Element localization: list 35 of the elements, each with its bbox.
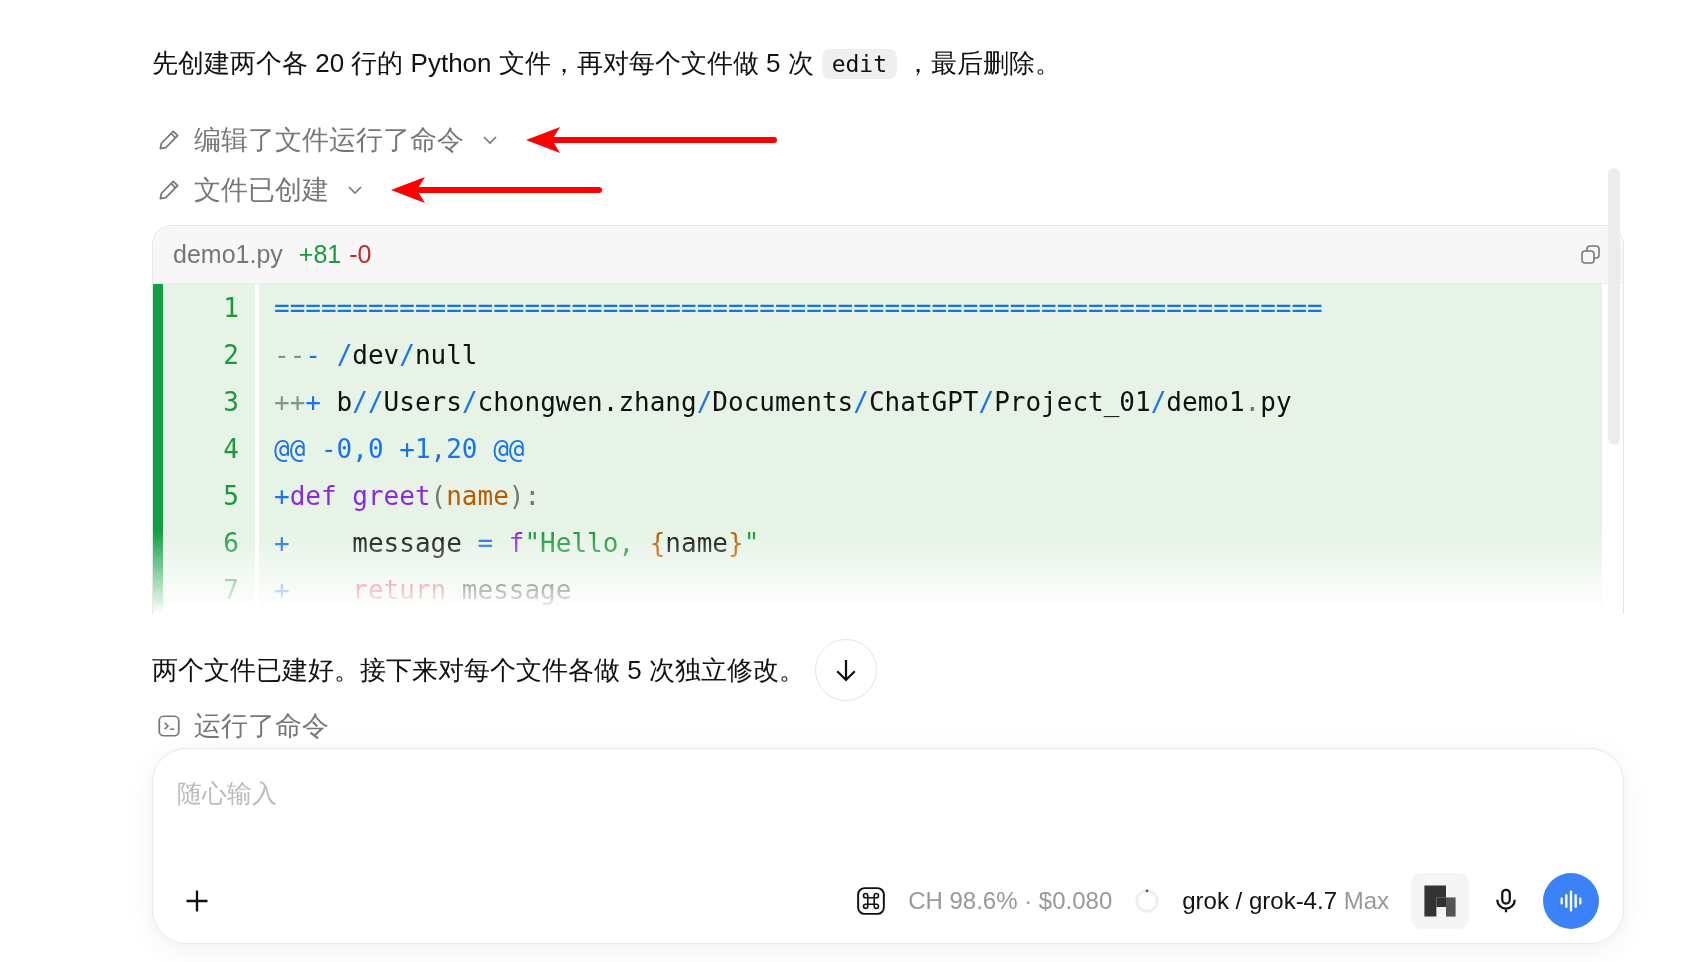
line-number: 7 — [222, 574, 240, 605]
app-button[interactable] — [1411, 873, 1469, 929]
activity-toggle[interactable]: 文件已创建 — [194, 172, 329, 208]
spinner-icon — [1134, 888, 1161, 914]
line-number: 6 — [222, 527, 240, 558]
line-number: 5 — [222, 480, 240, 511]
copy-icon[interactable] — [1579, 242, 1603, 267]
code-line: +def greet(name): — [274, 480, 541, 511]
message-text: 先创建两个各 20 行的 Python 文件，再对每个文件做 5 次 — [152, 48, 814, 78]
terminal-icon — [156, 713, 182, 739]
code-line: +++ b//Users/chongwen.zhang/Documents/ChatGPT/Project_01/demo1.py — [274, 386, 1292, 417]
pixel-logo-icon — [1422, 883, 1458, 919]
file-name: demo1.py — [173, 240, 283, 269]
line-number: 1 — [222, 292, 240, 323]
line-number: 3 — [222, 386, 240, 417]
usage-text: CH 98.6% · $0.080 — [908, 887, 1113, 915]
added-count: +81 — [298, 240, 342, 269]
code-line: --- /dev/null — [274, 339, 478, 370]
command-key-icon[interactable] — [856, 886, 887, 916]
model-selector[interactable]: grok / grok-4.7 Max — [1182, 887, 1389, 915]
reply-text: 两个文件已建好。接下来对每个文件各做 5 次独立修改。 — [152, 654, 805, 687]
scrollbar[interactable] — [1608, 168, 1620, 445]
activity-toggle[interactable]: 运行了命令 — [194, 708, 329, 744]
line-number: 2 — [222, 339, 240, 370]
code-line: @@ -0,0 +1,20 @@ — [274, 433, 525, 464]
line-number: 4 — [222, 433, 240, 464]
voice-button[interactable] — [1543, 873, 1599, 929]
message-text: ，最后删除。 — [905, 48, 1062, 78]
removed-count: -0 — [349, 240, 372, 269]
activity-toggle[interactable]: 编辑了文件运行了命令 — [194, 122, 464, 158]
message-input[interactable]: 随心输入 — [177, 773, 1599, 813]
code-line: + return message — [274, 574, 572, 605]
code-line: =================================================================== — [274, 292, 1323, 323]
code-line: + message = f"Hello, {name}" — [274, 527, 760, 558]
inline-code: edit — [821, 49, 898, 79]
